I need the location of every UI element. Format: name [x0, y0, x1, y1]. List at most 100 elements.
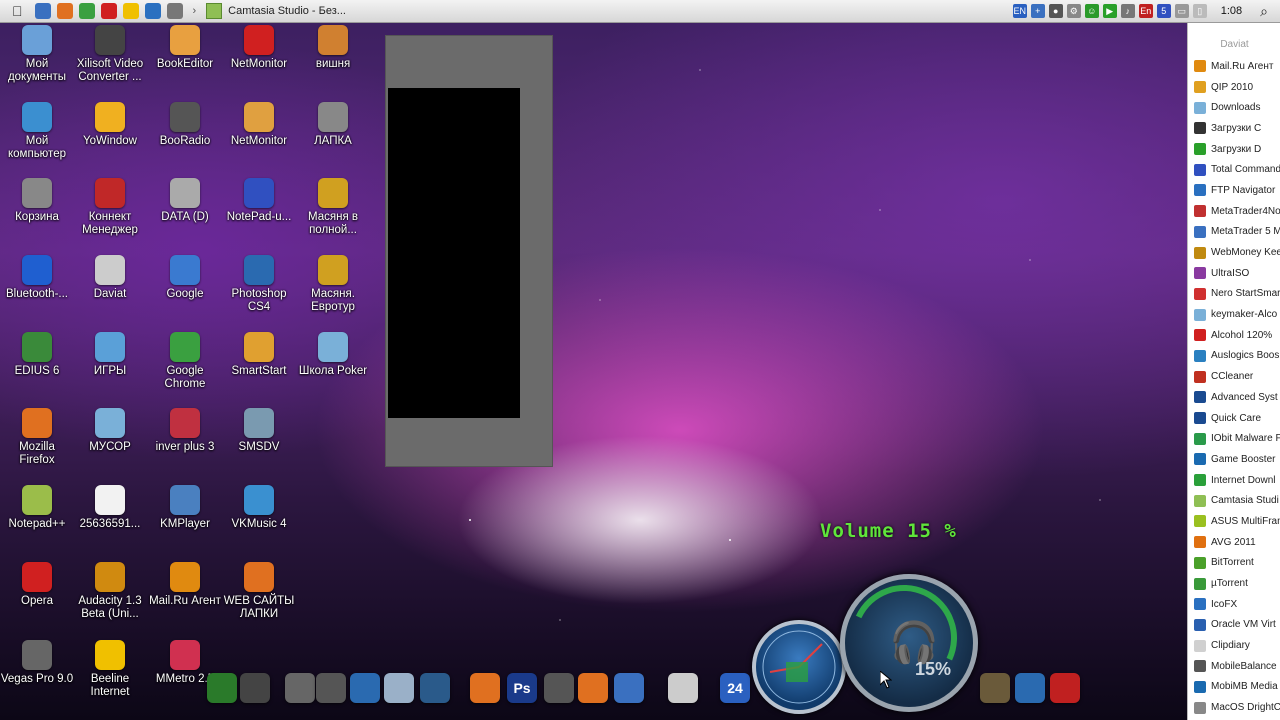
- panel-item[interactable]: FTP Navigator: [1188, 180, 1280, 201]
- recording-window[interactable]: [385, 35, 553, 467]
- panel-item[interactable]: Mail.Ru Агент: [1188, 56, 1280, 77]
- panel-item[interactable]: Quick Care: [1188, 408, 1280, 429]
- desktop-icon-item[interactable]: Notepad++: [0, 485, 74, 531]
- panel-item[interactable]: MetaTrader 5 M: [1188, 222, 1280, 243]
- tray-50-icon[interactable]: 5: [1156, 4, 1171, 18]
- firefox-icon[interactable]: [56, 3, 73, 19]
- desktop-icon-item[interactable]: 25636591...: [73, 485, 147, 531]
- panel-item[interactable]: Auslogics Boos: [1188, 346, 1280, 367]
- desktop-icon-item[interactable]: МУСОР: [73, 408, 147, 454]
- quicklaunch-icon[interactable]: [166, 3, 183, 19]
- dock-video-icon[interactable]: [240, 673, 270, 703]
- desktop-icon-item[interactable]: BooRadio: [148, 102, 222, 148]
- tray-user-icon[interactable]: ☺: [1084, 4, 1099, 18]
- chevron-right-icon[interactable]: ›: [193, 5, 197, 17]
- desktop-icon[interactable]: [34, 3, 51, 19]
- desktop-icon-item[interactable]: Google: [148, 255, 222, 301]
- panel-item[interactable]: MobiMB Media: [1188, 677, 1280, 698]
- beeline-icon[interactable]: [122, 3, 139, 19]
- desktop-icon-item[interactable]: Opera: [0, 562, 74, 608]
- panel-item[interactable]: Game Booster: [1188, 449, 1280, 470]
- desktop-icon-item[interactable]: Vegas Pro 9.0: [0, 640, 74, 686]
- show-desktop-icon[interactable]: [144, 3, 161, 19]
- desktop-icon-item[interactable]: DATA (D): [148, 178, 222, 224]
- panel-item[interactable]: Camtasia Studi: [1188, 490, 1280, 511]
- desktop-icon-item[interactable]: Мой компьютер: [0, 102, 74, 161]
- dock-app-icon[interactable]: [207, 673, 237, 703]
- desktop-icon-item[interactable]: Audacity 1.3 Beta (Uni...: [73, 562, 147, 621]
- panel-item[interactable]: Internet Downl: [1188, 470, 1280, 491]
- desktop-icon-item[interactable]: вишня: [296, 25, 370, 71]
- desktop-icon-item[interactable]: Коннект Менеджер: [73, 178, 147, 237]
- volume-gadget[interactable]: 🎧 15%: [836, 570, 978, 712]
- desktop-icon-item[interactable]: ЛАПКА: [296, 102, 370, 148]
- dock-guitar-icon[interactable]: [316, 673, 346, 703]
- panel-item[interactable]: Downloads: [1188, 97, 1280, 118]
- desktop-icon-item[interactable]: Bluetooth-...: [0, 255, 74, 301]
- panel-item[interactable]: Nero StartSmar: [1188, 284, 1280, 305]
- taskbar-item-camtasia[interactable]: Camtasia Studio - Без...: [206, 3, 346, 19]
- chrome-icon[interactable]: [78, 3, 95, 19]
- panel-item[interactable]: BitTorrent: [1188, 553, 1280, 574]
- desktop-icon-item[interactable]: Масяня в полной...: [296, 178, 370, 237]
- desktop-icon-item[interactable]: Daviat: [73, 255, 147, 301]
- panel-item[interactable]: keymaker-Alco: [1188, 304, 1280, 325]
- desktop-icon-item[interactable]: NotePad-u...: [222, 178, 296, 224]
- dock-app-icon[interactable]: [1015, 673, 1045, 703]
- menubar-clock[interactable]: 1:08: [1221, 5, 1242, 17]
- panel-item[interactable]: MobileBalance: [1188, 656, 1280, 677]
- dock-network-icon[interactable]: [420, 673, 450, 703]
- tray-clipboard-icon[interactable]: ▯: [1192, 4, 1207, 18]
- panel-item[interactable]: QIP 2010: [1188, 77, 1280, 98]
- dock-glass-icon[interactable]: [285, 673, 315, 703]
- panel-item[interactable]: UltraISO: [1188, 263, 1280, 284]
- panel-item[interactable]: Clipdiary: [1188, 635, 1280, 656]
- dock-power-icon[interactable]: [1050, 673, 1080, 703]
- desktop-icon-item[interactable]: KMPlayer: [148, 485, 222, 531]
- panel-item[interactable]: Total Command: [1188, 159, 1280, 180]
- desktop-icon-item[interactable]: Mozilla Firefox: [0, 408, 74, 467]
- panel-item[interactable]: IObit Malware F: [1188, 428, 1280, 449]
- dock-calendar-icon[interactable]: 24: [720, 673, 750, 703]
- desktop-icon-item[interactable]: Школа Poker: [296, 332, 370, 378]
- desktop-icon-item[interactable]: WEB САЙТЫ ЛАПКИ: [222, 562, 296, 621]
- desktop-icon-item[interactable]: inver plus 3: [148, 408, 222, 454]
- desktop-icon-item[interactable]: Корзина: [0, 178, 74, 224]
- desktop-icon-item[interactable]: BookEditor: [148, 25, 222, 71]
- panel-item[interactable]: IcoFX: [1188, 594, 1280, 615]
- dock-app-icon[interactable]: [980, 673, 1010, 703]
- dock-photoshop-icon[interactable]: Ps: [507, 673, 537, 703]
- desktop-icon-item[interactable]: Мой документы: [0, 25, 74, 84]
- desktop-icon-item[interactable]: VKMusic 4: [222, 485, 296, 531]
- panel-item[interactable]: MetaTrader4No: [1188, 201, 1280, 222]
- language-icon[interactable]: EN: [1012, 4, 1027, 18]
- desktop-icon-item[interactable]: ИГРЫ: [73, 332, 147, 378]
- desktop-icon-item[interactable]: Beeline Internet: [73, 640, 147, 699]
- tray-camera-icon[interactable]: ●: [1048, 4, 1063, 18]
- tray-plus-icon[interactable]: +: [1030, 4, 1045, 18]
- desktop-icon-item[interactable]: Масяня. Евротур: [296, 255, 370, 314]
- dock-trash-icon[interactable]: [384, 673, 414, 703]
- tray-play-icon[interactable]: ▶: [1102, 4, 1117, 18]
- tray-settings-icon[interactable]: ⚙: [1066, 4, 1081, 18]
- panel-item[interactable]: ASUS MultiFran: [1188, 511, 1280, 532]
- panel-item[interactable]: CCleaner: [1188, 366, 1280, 387]
- tray-en-icon[interactable]: En: [1138, 4, 1153, 18]
- dock-bird-icon[interactable]: [578, 673, 608, 703]
- apple-menu-icon[interactable]: : [12, 3, 23, 19]
- panel-item[interactable]: AVG 2011: [1188, 532, 1280, 553]
- panel-item[interactable]: Загрузки C: [1188, 118, 1280, 139]
- desktop-icon-item[interactable]: Photoshop CS4: [222, 255, 296, 314]
- desktop-icon-item[interactable]: Xilisoft Video Converter ...: [73, 25, 147, 84]
- clock-gadget[interactable]: [752, 620, 846, 714]
- desktop-icon-item[interactable]: YoWindow: [73, 102, 147, 148]
- desktop-icon-item[interactable]: NetMonitor: [222, 102, 296, 148]
- desktop-icon-item[interactable]: Mail.Ru Агент: [148, 562, 222, 608]
- dock-plane-icon[interactable]: [614, 673, 644, 703]
- desktop-icon-item[interactable]: NetMonitor: [222, 25, 296, 71]
- panel-item[interactable]: Advanced Syst: [1188, 387, 1280, 408]
- desktop-icon-item[interactable]: Google Chrome: [148, 332, 222, 391]
- desktop-icon-item[interactable]: SMSDV: [222, 408, 296, 454]
- dock-phone-icon[interactable]: [350, 673, 380, 703]
- panel-item[interactable]: µTorrent: [1188, 573, 1280, 594]
